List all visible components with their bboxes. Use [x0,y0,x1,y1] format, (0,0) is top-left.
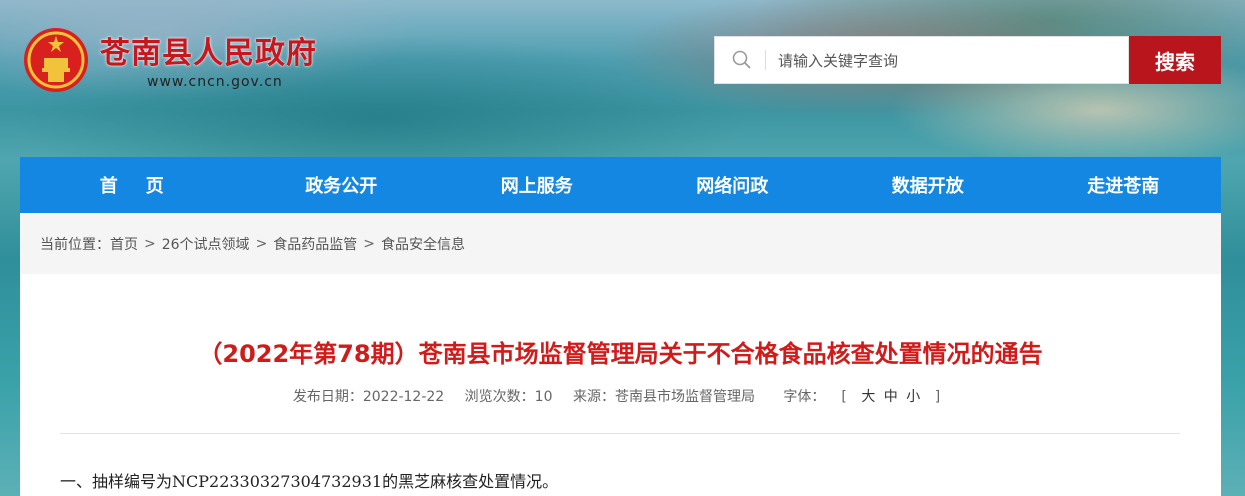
font-size-large[interactable]: 大 [861,389,875,405]
search-divider [765,50,766,70]
font-size-medium[interactable]: 中 [884,389,898,405]
publish-date: 发布日期：2022-12-22 [292,389,445,405]
font-size-label: 字体： [783,389,826,405]
search-input[interactable]: 请输入关键字查询 [714,36,1129,84]
site-name[interactable]: 苍南县人民政府 [100,28,317,72]
nav-item-online-services[interactable]: 网上服务 [439,157,635,213]
breadcrumb-item-food-drug-supervision[interactable]: 食品药品监管 [273,234,357,254]
search-icon [732,50,751,69]
article-source: 来源：苍南县市场监督管理局 [572,389,755,405]
font-size-control: 字体： [ 大 中 小 ] [775,389,948,405]
nav-item-open-data[interactable]: 数据开放 [830,157,1026,213]
breadcrumb-separator: > [255,235,268,252]
breadcrumb-separator: > [144,235,156,252]
font-size-small[interactable]: 小 [906,389,920,405]
font-size-bracket-open: [ [841,389,847,405]
content-divider [60,433,1180,434]
site-url: www.cncn.gov.cn [147,74,283,90]
article-meta: 发布日期：2022-12-22 浏览次数：10 来源：苍南县市场监督管理局 字体… [20,386,1221,406]
font-size-bracket-close: ] [934,389,941,405]
content-panel: 当前位置： 首页 > 26个试点领域 > 食品药品监管 > 食品安全信息 （20… [20,213,1221,496]
main-nav: 首页 政务公开 网上服务 网络问政 数据开放 走进苍南 [20,157,1221,213]
breadcrumb-item-food-safety-info[interactable]: 食品安全信息 [381,234,465,254]
breadcrumb-separator: > [363,235,376,252]
nav-item-about-cangnan[interactable]: 走进苍南 [1026,157,1222,213]
nav-item-government-affairs[interactable]: 政务公开 [244,157,440,213]
nav-item-home[interactable]: 首页 [20,157,244,213]
breadcrumb-prefix: 当前位置： [40,236,110,253]
national-emblem-logo [24,28,88,92]
article-title: （2022年第78期）苍南县市场监督管理局关于不合格食品核查处置情况的通告 [198,340,1043,368]
breadcrumb-item-home[interactable]: 首页 [110,234,138,254]
search-button[interactable]: 搜索 [1129,36,1221,84]
search-placeholder: 请输入关键字查询 [778,51,899,70]
breadcrumb: 当前位置： 首页 > 26个试点领域 > 食品药品监管 > 食品安全信息 [20,213,1221,274]
article-paragraph: 一、抽样编号为NCP22330327304732931的黑芝麻核查处置情况。 [60,472,559,491]
nav-item-online-inquiry[interactable]: 网络问政 [635,157,831,213]
view-count: 浏览次数：10 [464,389,553,405]
breadcrumb-item-pilot-areas[interactable]: 26个试点领域 [162,234,250,254]
